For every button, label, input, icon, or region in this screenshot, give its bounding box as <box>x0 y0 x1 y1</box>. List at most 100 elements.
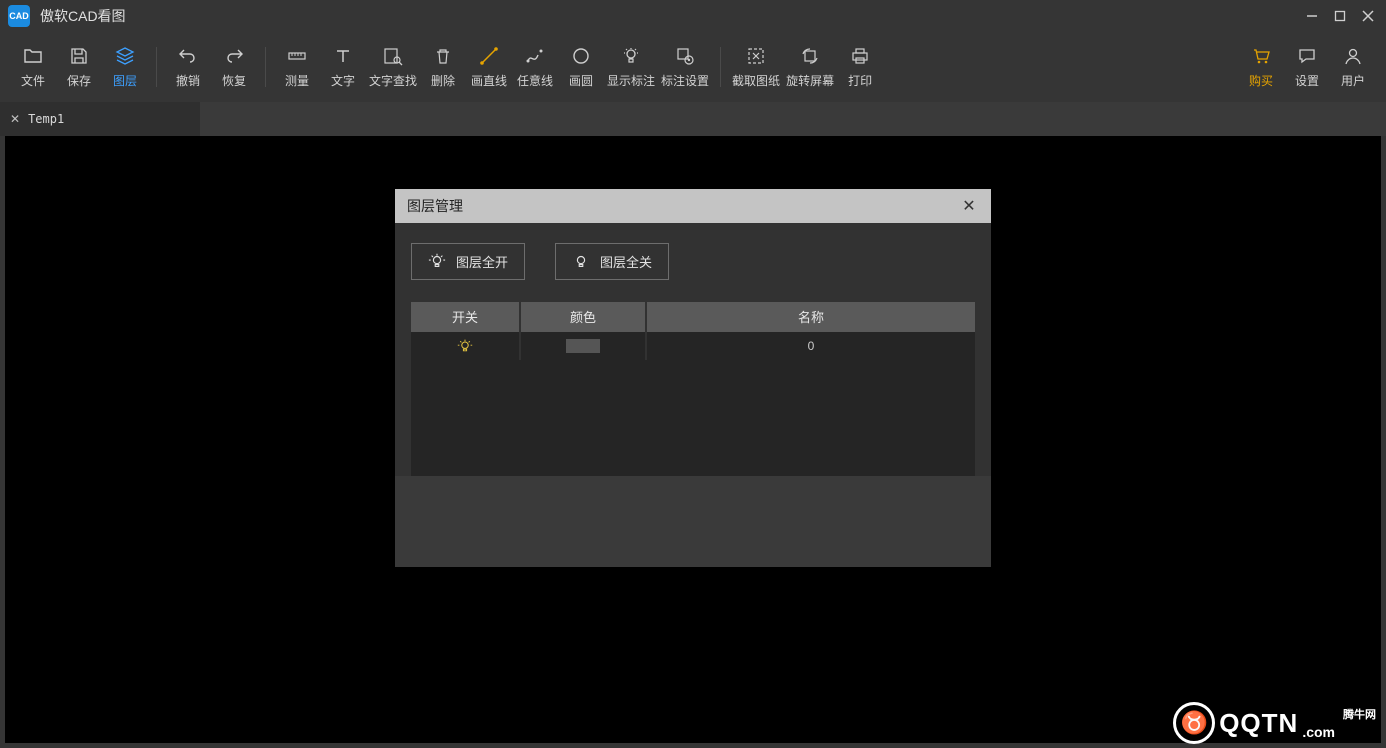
save-button[interactable]: 保存 <box>56 37 102 97</box>
print-button[interactable]: 打印 <box>837 37 883 97</box>
layer-name-cell[interactable]: 0 <box>647 332 975 360</box>
capture-button[interactable]: 截取图纸 <box>729 37 783 97</box>
user-button[interactable]: 用户 <box>1330 37 1376 97</box>
undo-icon <box>178 46 198 66</box>
cart-icon <box>1251 46 1271 66</box>
capture-icon <box>746 46 766 66</box>
close-window-button[interactable] <box>1358 6 1378 26</box>
all-layers-off-button[interactable]: 图层全关 <box>555 243 669 280</box>
toolbar-divider <box>156 47 157 87</box>
tab-close-icon[interactable]: ✕ <box>10 112 20 126</box>
layer-table-header: 开关 颜色 名称 <box>411 302 975 332</box>
color-swatch <box>566 339 600 353</box>
toolbar-divider <box>720 47 721 87</box>
layers-button[interactable]: 图层 <box>102 37 148 97</box>
watermark-logo-icon: ♉ <box>1173 702 1215 744</box>
redo-label: 恢复 <box>222 72 246 89</box>
all-layers-on-button[interactable]: 图层全开 <box>411 243 525 280</box>
annotation-settings-button[interactable]: 标注设置 <box>658 37 712 97</box>
text-label: 文字 <box>331 72 355 89</box>
circle-label: 画圆 <box>569 72 593 89</box>
print-icon <box>850 46 870 66</box>
file-label: 文件 <box>21 72 45 89</box>
file-button[interactable]: 文件 <box>10 37 56 97</box>
bulb-icon <box>621 46 641 66</box>
search-text-icon <box>383 46 403 66</box>
save-label: 保存 <box>67 72 91 89</box>
show-annotations-button[interactable]: 显示标注 <box>604 37 658 97</box>
titlebar: CAD 傲软CAD看图 <box>0 0 1386 32</box>
annotation-settings-icon <box>675 46 695 66</box>
capture-label: 截取图纸 <box>732 72 780 89</box>
bulb-off-icon <box>572 252 590 270</box>
col-switch-header: 开关 <box>411 302 521 332</box>
all-off-label: 图层全关 <box>600 252 652 271</box>
save-icon <box>69 46 89 66</box>
bulb-on-icon <box>457 338 473 354</box>
text-find-label: 文字查找 <box>369 72 417 89</box>
layer-management-dialog: 图层管理 ✕ 图层全开 图层全关 开关 颜色 名称 0 <box>395 189 991 567</box>
watermark-text: QQTN <box>1219 708 1298 739</box>
polyline-label: 任意线 <box>517 72 553 89</box>
undo-button[interactable]: 撤销 <box>165 37 211 97</box>
show-annotations-label: 显示标注 <box>607 72 655 89</box>
text-find-button[interactable]: 文字查找 <box>366 37 420 97</box>
minimize-button[interactable] <box>1302 6 1322 26</box>
watermark: ♉ QQTN .com 腾牛网 <box>1173 702 1376 744</box>
redo-button[interactable]: 恢复 <box>211 37 257 97</box>
line-button[interactable]: 画直线 <box>466 37 512 97</box>
maximize-button[interactable] <box>1330 6 1350 26</box>
text-button[interactable]: 文字 <box>320 37 366 97</box>
settings-button[interactable]: 设置 <box>1284 37 1330 97</box>
folder-icon <box>23 46 43 66</box>
line-icon <box>479 46 499 66</box>
layer-row[interactable]: 0 <box>411 332 975 360</box>
buy-button[interactable]: 购买 <box>1238 37 1284 97</box>
main-toolbar: 文件 保存 图层 撤销 恢复 测量 文字 文字查找 删除 画直线 任意线 <box>0 32 1386 102</box>
settings-label: 设置 <box>1295 72 1319 89</box>
polyline-button[interactable]: 任意线 <box>512 37 558 97</box>
rotate-icon <box>800 46 820 66</box>
dialog-body: 图层全开 图层全关 开关 颜色 名称 0 <box>395 223 991 476</box>
dialog-close-button[interactable]: ✕ <box>959 196 979 216</box>
rotate-button[interactable]: 旋转屏幕 <box>783 37 837 97</box>
circle-button[interactable]: 画圆 <box>558 37 604 97</box>
layer-table-body: 0 <box>411 332 975 476</box>
rotate-label: 旋转屏幕 <box>786 72 834 89</box>
print-label: 打印 <box>848 72 872 89</box>
toolbar-divider <box>265 47 266 87</box>
watermark-cn: 腾牛网 <box>1343 706 1376 722</box>
measure-label: 测量 <box>285 72 309 89</box>
line-label: 画直线 <box>471 72 507 89</box>
trash-icon <box>433 46 453 66</box>
buy-label: 购买 <box>1249 72 1273 89</box>
user-label: 用户 <box>1341 72 1365 89</box>
text-icon <box>333 46 353 66</box>
polyline-icon <box>525 46 545 66</box>
app-title: 傲软CAD看图 <box>40 6 126 26</box>
redo-icon <box>224 46 244 66</box>
dialog-footer <box>395 476 991 567</box>
dialog-titlebar[interactable]: 图层管理 ✕ <box>395 189 991 223</box>
tabbar: ✕ Temp1 <box>0 102 1386 136</box>
ruler-icon <box>287 46 307 66</box>
layer-visibility-toggle[interactable] <box>411 332 521 360</box>
chat-icon <box>1297 46 1317 66</box>
watermark-domain: .com <box>1302 724 1335 740</box>
layers-label: 图层 <box>113 72 137 89</box>
undo-label: 撤销 <box>176 72 200 89</box>
delete-label: 删除 <box>431 72 455 89</box>
all-on-label: 图层全开 <box>456 252 508 271</box>
layer-color-cell[interactable] <box>521 332 647 360</box>
tab-label: Temp1 <box>28 112 64 126</box>
delete-button[interactable]: 删除 <box>420 37 466 97</box>
app-icon: CAD <box>8 5 30 27</box>
measure-button[interactable]: 测量 <box>274 37 320 97</box>
col-color-header: 颜色 <box>521 302 647 332</box>
bulb-on-icon <box>428 252 446 270</box>
dialog-title-text: 图层管理 <box>407 196 463 216</box>
window-controls <box>1302 6 1378 26</box>
col-name-header: 名称 <box>647 302 975 332</box>
circle-icon <box>571 46 591 66</box>
document-tab[interactable]: ✕ Temp1 <box>0 102 200 136</box>
